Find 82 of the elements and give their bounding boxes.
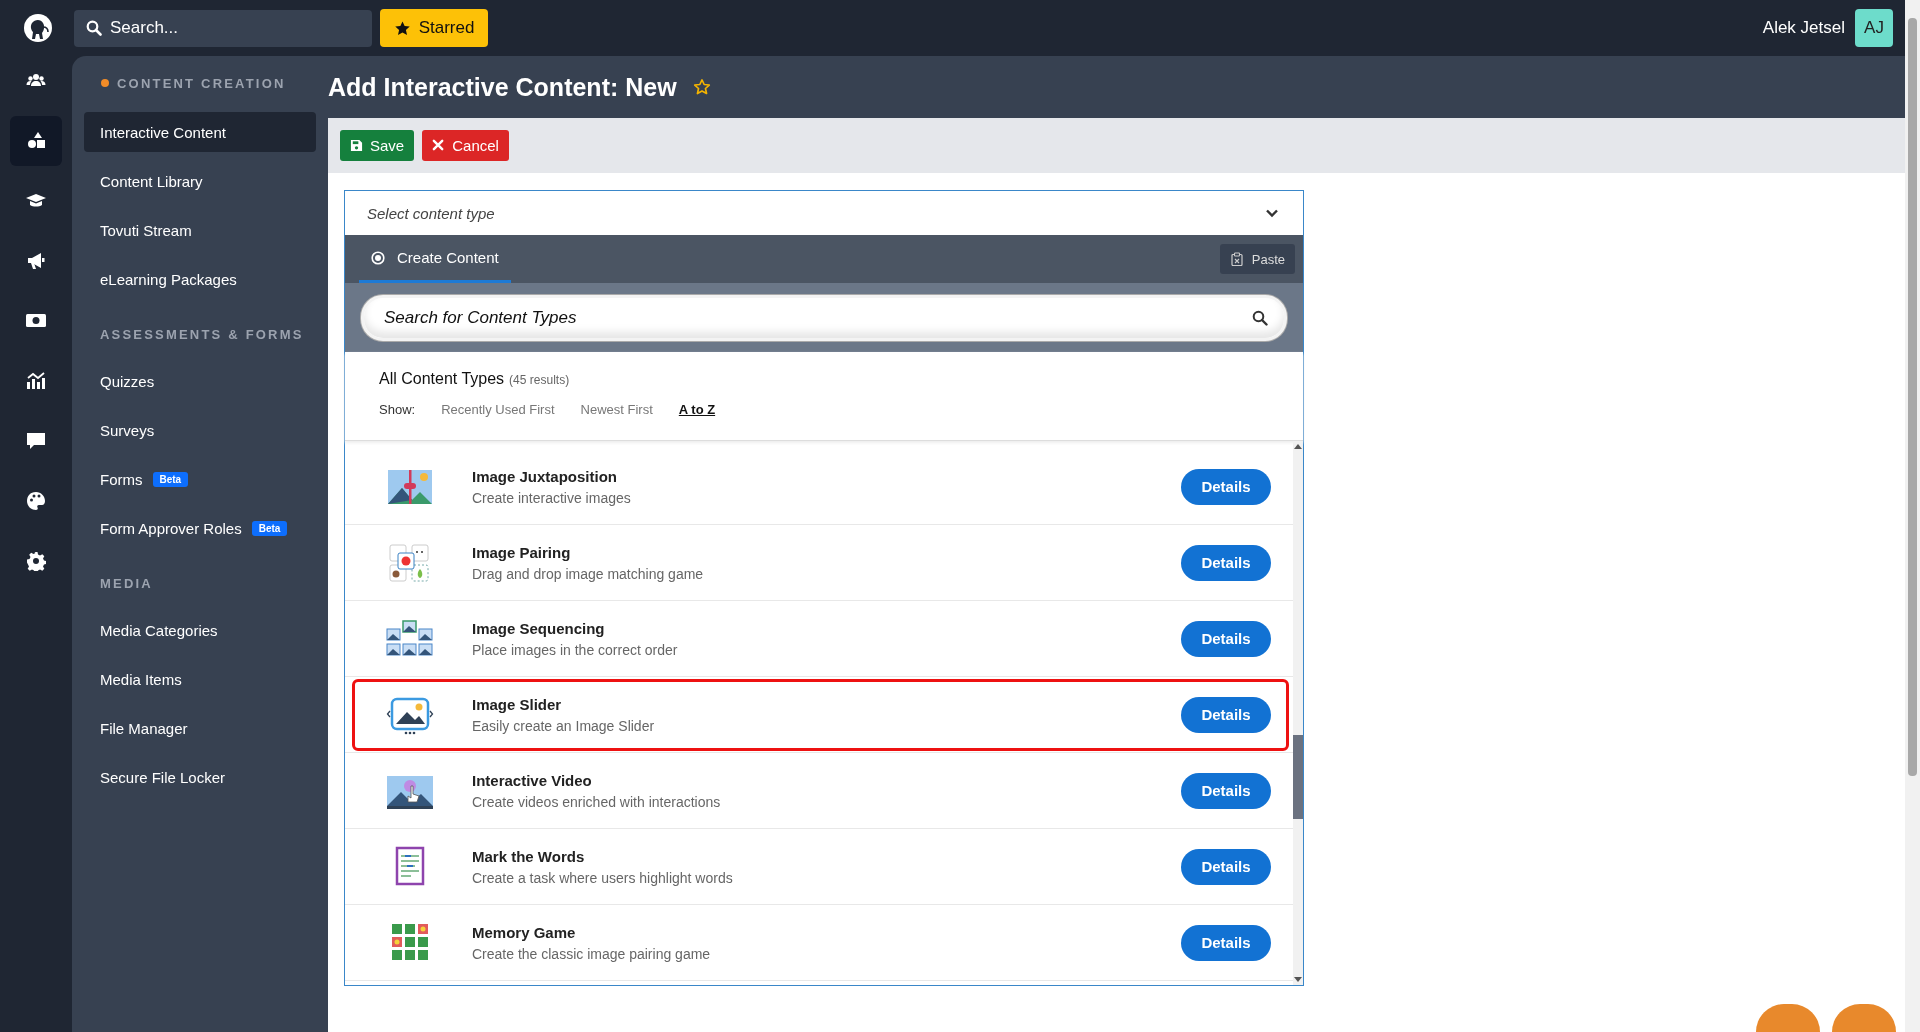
- sidebar-item[interactable]: Media Items: [84, 659, 316, 699]
- content-type-row[interactable]: Image Sequencing Place images in the correct order Details: [352, 602, 1289, 675]
- shapes-icon: [26, 131, 46, 151]
- scroll-down-arrow-icon: [1294, 977, 1302, 983]
- page-scrollbar[interactable]: [1905, 0, 1920, 1032]
- content-type-title: Image Sequencing: [472, 619, 606, 637]
- content-type-description: Place images in the correct order: [472, 641, 679, 658]
- scrollbar-thumb[interactable]: [1908, 18, 1917, 776]
- radio-icon: [371, 250, 385, 265]
- palette-icon: [26, 491, 46, 511]
- sidebar-item[interactable]: Secure File Locker: [84, 757, 316, 797]
- details-button[interactable]: Details: [1181, 772, 1271, 809]
- section-heading: MEDIA: [100, 575, 153, 591]
- chat-icon: [26, 431, 46, 451]
- list-scrollbar[interactable]: [1293, 441, 1303, 985]
- search-field[interactable]: Search for Content Types: [361, 294, 1287, 341]
- user-avatar[interactable]: AJ: [1855, 9, 1893, 47]
- content-type-title: Image Pairing: [472, 543, 572, 561]
- section-heading: ASSESSMENTS & FORMS: [100, 326, 304, 342]
- rail-nav-item[interactable]: [10, 116, 62, 166]
- sidebar-item[interactable]: Content Library: [84, 161, 316, 201]
- sidebar-item[interactable]: Forms: [100, 470, 143, 488]
- user-name: Alek Jetsel: [1762, 18, 1845, 38]
- content-type-title: Image Slider: [472, 695, 563, 713]
- sort-label: Show:: [379, 402, 416, 417]
- bar-chart-icon: [26, 371, 46, 391]
- star-icon: [393, 19, 411, 37]
- sort-option-link[interactable]: A to Z: [678, 402, 716, 417]
- sidebar-item[interactable]: Surveys: [84, 410, 316, 450]
- save-button[interactable]: Save: [340, 130, 415, 161]
- content-type-title: Image Juxtaposition: [472, 467, 619, 485]
- content-type-description: Create interactive images: [472, 489, 632, 506]
- sidebar-item[interactable]: eLearning Packages: [84, 259, 316, 299]
- search-icon: [86, 20, 102, 36]
- megaphone-icon: [26, 251, 46, 271]
- results-count: (45 results): [509, 373, 570, 387]
- details-button[interactable]: Details: [1181, 544, 1271, 581]
- clipboard-icon: [1229, 252, 1244, 266]
- details-button[interactable]: Details: [1181, 848, 1271, 885]
- content-type-description: Create the classic image pairing game: [472, 945, 712, 962]
- search-field[interactable]: Search...: [74, 9, 372, 47]
- content-type-dropdown[interactable]: Select content type: [345, 191, 1303, 235]
- sidebar-item[interactable]: Form Approver Roles: [100, 519, 242, 537]
- sidebar-item[interactable]: Media Categories: [84, 610, 316, 650]
- content-type-row[interactable]: Memory Game Create the classic image pairing game Details: [352, 906, 1289, 979]
- details-button[interactable]: Details: [1181, 696, 1271, 733]
- star-icon[interactable]: [692, 78, 711, 96]
- content-type-row[interactable]: Image Pairing Drag and drop image matching game Details: [352, 526, 1289, 599]
- content-type-description: Easily create an Image Slider: [472, 717, 656, 734]
- content-type-description: Create videos enriched with interactions: [472, 793, 722, 810]
- content-type-description: Drag and drop image matching game: [472, 565, 705, 582]
- content-type-row[interactable]: Interactive Video Create videos enriched with interactions Details: [352, 754, 1289, 827]
- page-title: Add Interactive Content: New: [328, 72, 677, 102]
- sidebar-item[interactable]: File Manager: [84, 708, 316, 748]
- paste-button[interactable]: Paste: [1219, 244, 1295, 274]
- content-type-row[interactable]: Image Slider Easily create an Image Slider Details: [352, 678, 1289, 751]
- details-button[interactable]: Details: [1181, 924, 1271, 961]
- sidebar-item[interactable]: Tovuti Stream: [84, 210, 316, 250]
- beta-badge: Beta: [251, 520, 288, 536]
- details-button[interactable]: Details: [1181, 468, 1271, 505]
- scroll-up-arrow-icon: [1294, 443, 1302, 449]
- content-type-row[interactable]: Image Juxtaposition Create interactive images Details: [352, 450, 1289, 523]
- content-type-title: Memory Game: [472, 923, 577, 941]
- elephant-logo-icon: [23, 13, 53, 43]
- section-heading: CONTENT CREATION: [117, 75, 286, 91]
- cancel-button[interactable]: Cancel: [422, 130, 509, 161]
- scrollbar-thumb[interactable]: [1293, 735, 1303, 819]
- search-icon: [1252, 309, 1268, 326]
- sort-option-link[interactable]: Recently Used First: [441, 402, 555, 417]
- settings-icon: [26, 551, 46, 571]
- starred-button[interactable]: Starred: [380, 9, 488, 47]
- sidebar-item[interactable]: Quizzes: [84, 361, 316, 401]
- content-type-description: Create a task where users highlight words: [472, 869, 734, 886]
- beta-badge: Beta: [152, 471, 189, 487]
- sidebar-item[interactable]: Interactive Content: [84, 112, 316, 152]
- content-type-title: Mark the Words: [472, 847, 586, 865]
- results-title: All Content Types: [379, 370, 505, 388]
- sort-option-link[interactable]: Newest First: [580, 402, 653, 417]
- close-icon: [432, 139, 446, 152]
- content-type-title: Interactive Video: [472, 771, 593, 789]
- content-type-row[interactable]: Mark the Words Create a task where users highlight words Details: [352, 830, 1289, 903]
- details-button[interactable]: Details: [1181, 620, 1271, 657]
